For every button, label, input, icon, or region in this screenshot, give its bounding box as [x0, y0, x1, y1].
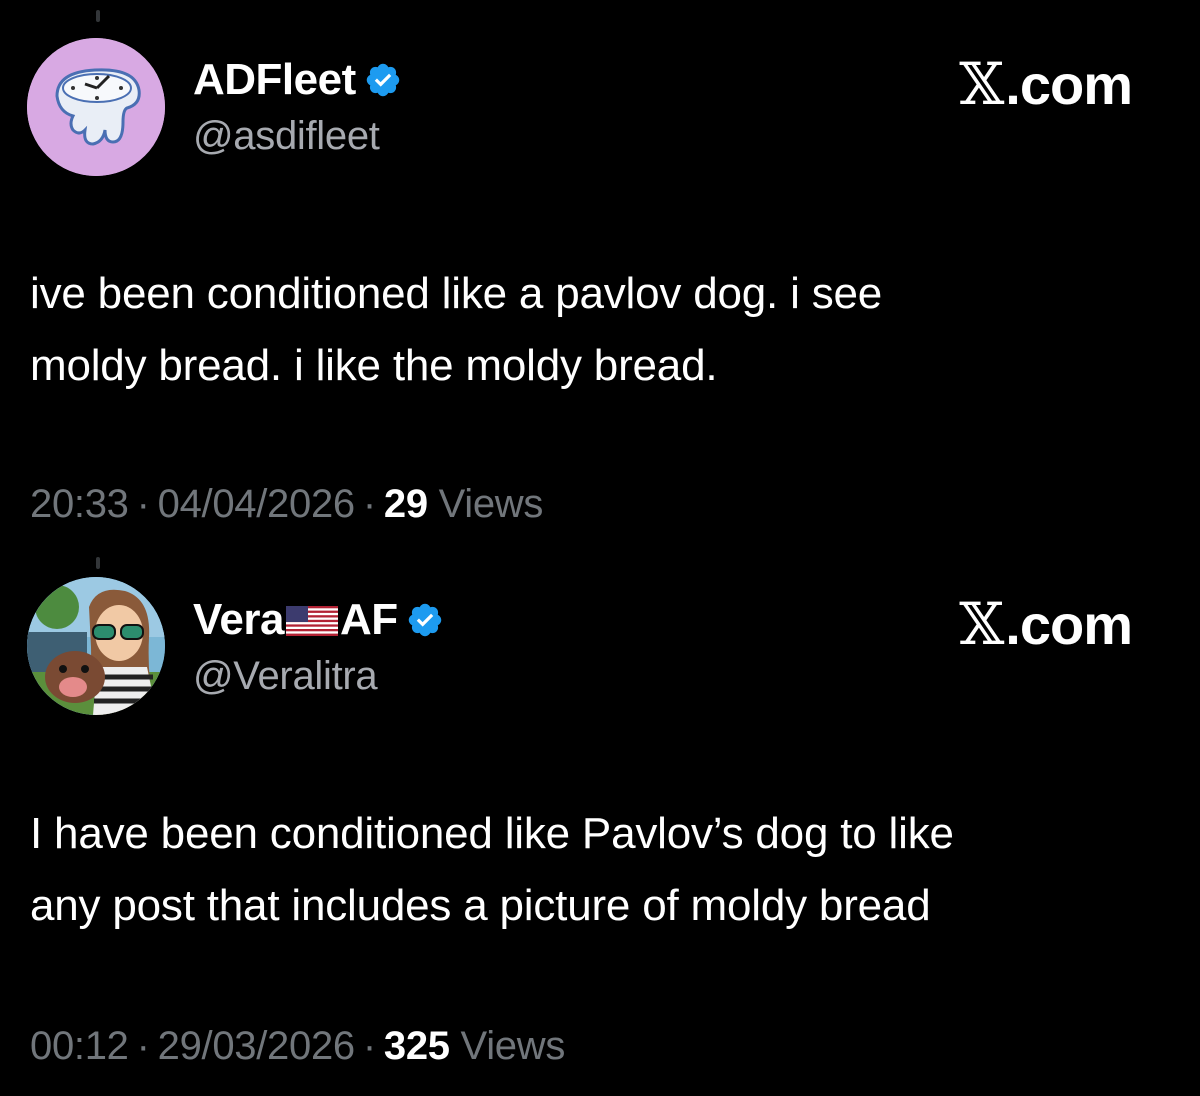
brand-text: .com: [1005, 52, 1133, 116]
tweet-meta: 20:33 · 04/04/2026 · 29 Views: [30, 482, 543, 527]
us-flag-icon: [285, 606, 338, 636]
views-count[interactable]: 29: [384, 482, 428, 526]
meta-separator: ·: [362, 1024, 376, 1068]
user-handle[interactable]: @Veralitra: [193, 654, 378, 699]
thread-connector: [96, 557, 100, 569]
display-name-row[interactable]: ADFleet: [193, 52, 402, 108]
brand-text: .com: [1005, 592, 1133, 656]
display-name[interactable]: Vera: [193, 595, 284, 645]
tweet-text: I have been conditioned like Pavlov’s do…: [30, 798, 1170, 942]
tweet-text-line: any post that includes a picture of mold…: [30, 881, 931, 930]
x-logo-icon: 𝕏: [959, 50, 1004, 118]
views-count[interactable]: 325: [384, 1024, 450, 1068]
thread-connector: [96, 10, 100, 22]
meta-separator: ·: [136, 482, 150, 526]
user-handle[interactable]: @asdifleet: [193, 114, 380, 159]
tweet-text-line: ive been conditioned like a pavlov dog. …: [30, 269, 883, 318]
meta-separator: ·: [362, 482, 376, 526]
verified-badge-icon: [364, 61, 402, 99]
melting-clock-avatar-icon: [27, 38, 165, 176]
xcom-brand: 𝕏 .com: [959, 50, 1133, 118]
tweet-time[interactable]: 20:33: [30, 482, 129, 526]
tweet-time[interactable]: 00:12: [30, 1024, 129, 1068]
tweet-card-1[interactable]: ADFleet @asdifleet 𝕏 .com ive been condit…: [0, 0, 1200, 540]
tweet-card-2[interactable]: Vera AF @Veralitra 𝕏 .com I have been co…: [0, 540, 1200, 1096]
avatar[interactable]: [27, 577, 165, 715]
tweet-date[interactable]: 04/04/2026: [158, 482, 356, 526]
views-label: Views: [438, 482, 544, 526]
tweet-text: ive been conditioned like a pavlov dog. …: [30, 258, 1170, 402]
views-label: Views: [460, 1024, 566, 1068]
display-name-suffix[interactable]: AF: [340, 595, 398, 645]
tweet-text-line: I have been conditioned like Pavlov’s do…: [30, 809, 954, 858]
user-photo-avatar-icon: [27, 577, 165, 715]
display-name-row[interactable]: Vera AF: [193, 592, 444, 648]
tweet-date[interactable]: 29/03/2026: [158, 1024, 356, 1068]
meta-separator: ·: [136, 1024, 150, 1068]
verified-badge-icon: [406, 601, 444, 639]
x-logo-icon: 𝕏: [959, 590, 1004, 658]
avatar[interactable]: [27, 38, 165, 176]
tweet-text-line: moldy bread. i like the moldy bread.: [30, 341, 718, 390]
xcom-brand: 𝕏 .com: [959, 590, 1133, 658]
display-name[interactable]: ADFleet: [193, 55, 356, 105]
tweet-meta: 00:12 · 29/03/2026 · 325 Views: [30, 1024, 565, 1069]
